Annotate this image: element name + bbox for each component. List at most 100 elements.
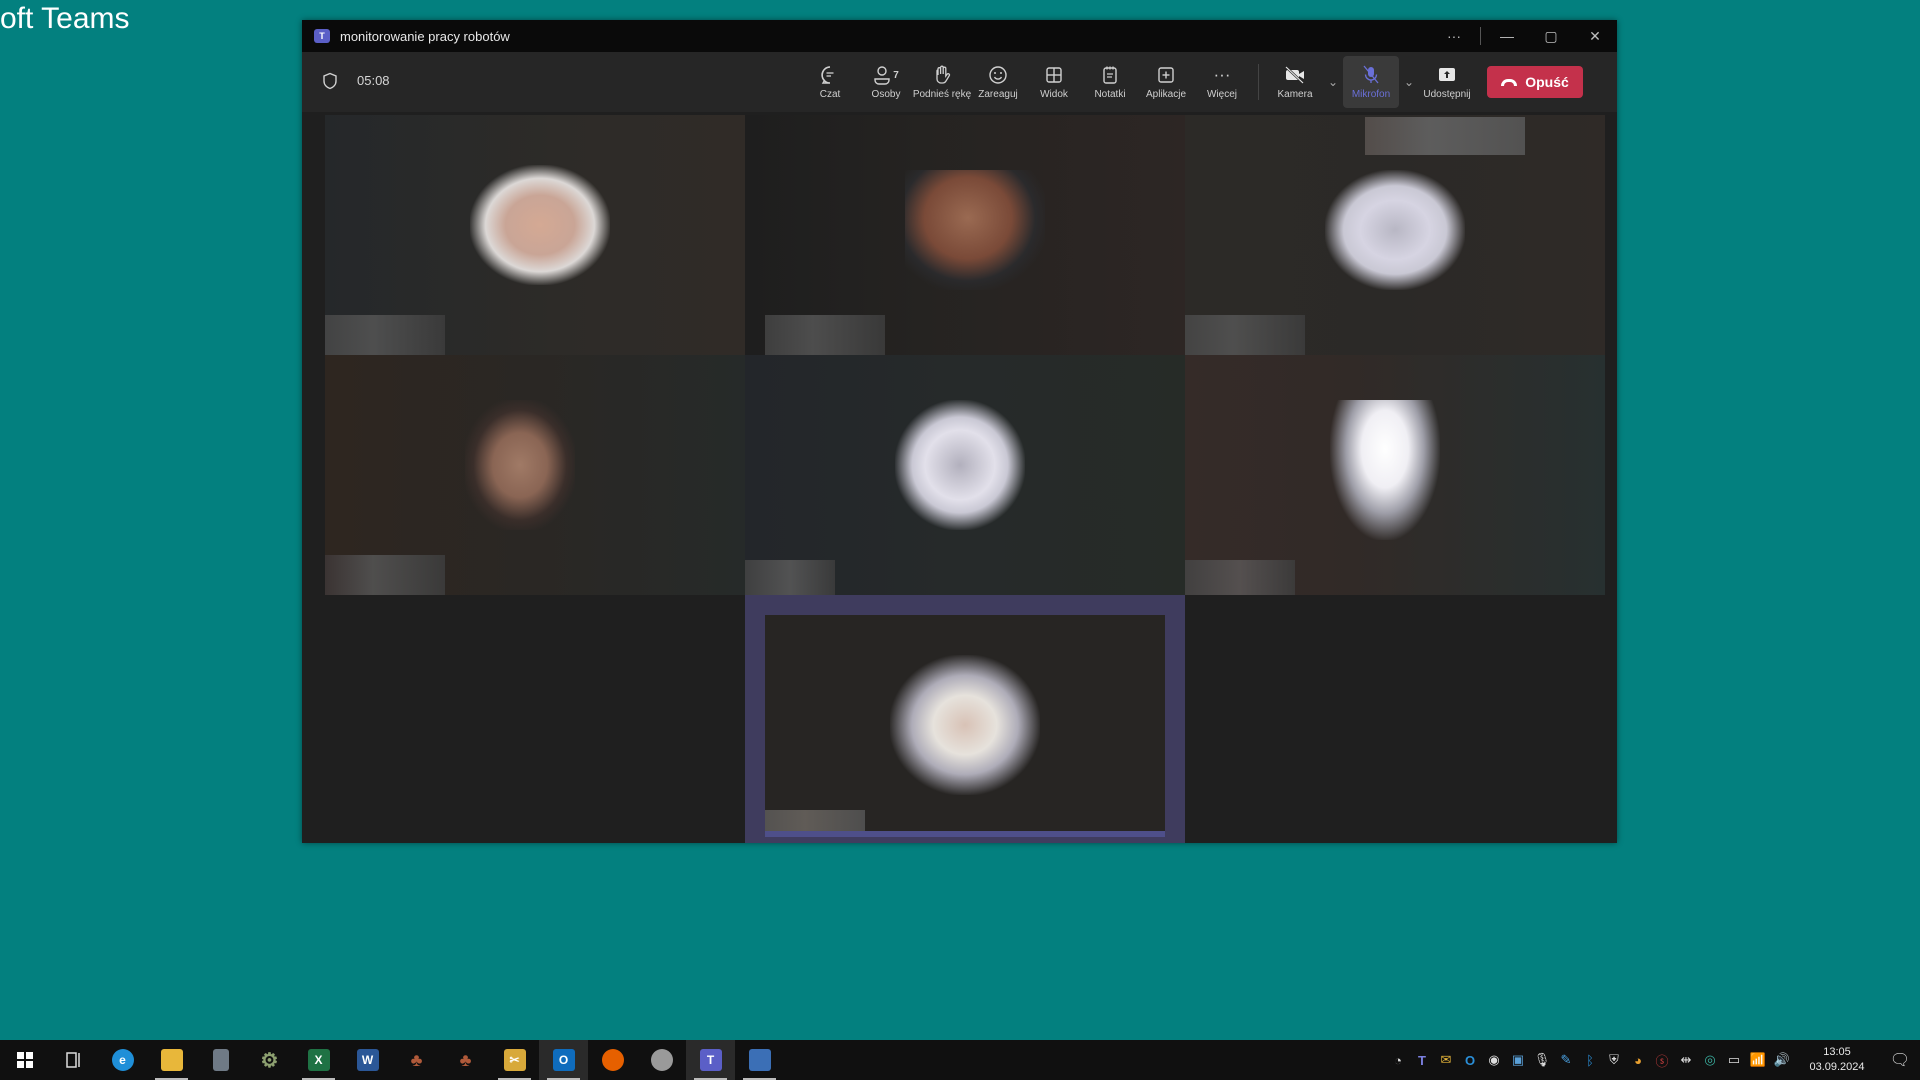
maximize-button[interactable]: ▢ — [1529, 20, 1573, 52]
participant-tile[interactable] — [1185, 355, 1605, 595]
system-tray: ◔ T ✉ O ◉ ▣ 🎙 ✎ ᛒ ⛨ ◕ ⓢ ⇹ ◎ ▭ 📶 🔊 13:05 … — [1386, 1040, 1920, 1080]
participant-video-pixelated — [1325, 170, 1465, 290]
tray-wifi-icon[interactable]: 📶 — [1746, 1040, 1770, 1080]
raise-hand-label: Podnieś rękę — [912, 89, 972, 100]
taskbar-firefox[interactable] — [588, 1040, 637, 1080]
tray-app-3-icon[interactable]: ▣ — [1506, 1040, 1530, 1080]
taskbar-remote-desktop[interactable] — [735, 1040, 784, 1080]
title-divider — [1480, 27, 1481, 45]
apps-button[interactable]: Aplikacje — [1138, 56, 1194, 108]
notes-label: Notatki — [1094, 89, 1126, 100]
add-app-icon — [1157, 64, 1175, 86]
edge-icon: e — [111, 1049, 134, 1071]
participant-tile[interactable] — [745, 355, 1185, 595]
raise-hand-button[interactable]: Podnieś rękę — [912, 56, 972, 108]
camera-options-chevron-icon[interactable]: ⌄ — [1323, 75, 1343, 89]
participant-tile-active-speaker[interactable] — [745, 595, 1185, 843]
participant-name-blurred — [325, 315, 445, 355]
app-icon: ♣ — [410, 1049, 423, 1070]
tray-bluetooth-icon[interactable]: ᛒ — [1578, 1040, 1602, 1080]
microphone-button[interactable]: Mikrofon — [1343, 56, 1399, 108]
tray-app-5-icon[interactable]: ⓢ — [1650, 1040, 1674, 1080]
taskbar-app-2[interactable]: ♣ — [441, 1040, 490, 1080]
task-view-icon — [65, 1052, 80, 1068]
tray-mail-icon[interactable]: ✉ — [1434, 1040, 1458, 1080]
video-grid — [302, 115, 1617, 843]
tray-network-adapter-icon[interactable]: ⇹ — [1674, 1040, 1698, 1080]
participant-tile[interactable] — [1185, 115, 1605, 355]
participant-tile[interactable] — [325, 115, 745, 355]
react-label: Zareaguj — [978, 89, 1018, 100]
notifications-icon[interactable]: 🗨 — [1880, 1040, 1920, 1080]
more-button[interactable]: ··· Więcej — [1194, 56, 1250, 108]
clock-time: 13:05 — [1823, 1046, 1851, 1058]
taskbar-outlook[interactable]: O — [539, 1040, 588, 1080]
chat-icon — [820, 64, 840, 86]
participant-name-blurred — [1185, 315, 1305, 355]
tray-app-6-icon[interactable]: ◎ — [1698, 1040, 1722, 1080]
tray-volume-icon[interactable]: 🔊 — [1770, 1040, 1794, 1080]
share-button[interactable]: Udostępnij — [1419, 56, 1475, 108]
tray-security-icon[interactable]: ⛨ — [1602, 1040, 1626, 1080]
microphone-options-chevron-icon[interactable]: ⌄ — [1399, 75, 1419, 89]
tray-teams-icon[interactable]: T — [1410, 1040, 1434, 1080]
taskbar-file-explorer[interactable] — [147, 1040, 196, 1080]
taskbar-edge[interactable]: e — [98, 1040, 147, 1080]
taskbar-snipping-tool[interactable]: ✂ — [490, 1040, 539, 1080]
taskbar-app-1[interactable]: ♣ — [392, 1040, 441, 1080]
camera-off-icon — [1284, 64, 1306, 86]
tray-outlook-icon[interactable]: O — [1458, 1040, 1482, 1080]
minimize-button[interactable]: — — [1485, 20, 1529, 52]
camera-button[interactable]: Kamera — [1267, 56, 1323, 108]
tray-battery-icon[interactable]: ▭ — [1722, 1040, 1746, 1080]
tray-app-1-icon[interactable]: ◔ — [1386, 1040, 1410, 1080]
calculator-icon — [212, 1049, 229, 1071]
taskbar-clock[interactable]: 13:05 03.09.2024 — [1802, 1045, 1872, 1075]
taskbar-settings[interactable]: ⚙ — [245, 1040, 294, 1080]
notes-button[interactable]: Notatki — [1082, 56, 1138, 108]
participant-video-pixelated — [470, 165, 610, 285]
taskbar-word[interactable]: W — [343, 1040, 392, 1080]
participant-video-pixelated — [890, 655, 1040, 795]
task-view-button[interactable] — [49, 1040, 98, 1080]
participant-name-blurred — [765, 315, 885, 355]
participant-name-blurred — [325, 555, 445, 595]
tray-app-4-icon[interactable]: ◕ — [1626, 1040, 1650, 1080]
excel-icon: X — [307, 1049, 330, 1071]
taskbar-paint[interactable] — [637, 1040, 686, 1080]
leave-button[interactable]: Opuść — [1487, 66, 1583, 98]
smiley-icon — [988, 64, 1008, 86]
microphone-muted-icon — [1362, 64, 1380, 86]
participant-tile[interactable] — [745, 115, 1185, 355]
tray-pen-icon[interactable]: ✎ — [1554, 1040, 1578, 1080]
remote-desktop-icon — [748, 1049, 771, 1071]
chat-button[interactable]: Czat — [802, 56, 858, 108]
people-label: Osoby — [871, 89, 901, 100]
teams-icon: T — [699, 1049, 722, 1071]
participant-name-blurred — [1185, 560, 1295, 595]
paint-icon — [650, 1049, 673, 1071]
start-button[interactable] — [0, 1040, 49, 1080]
close-button[interactable]: ✕ — [1573, 20, 1617, 52]
app-icon: ♣ — [459, 1049, 472, 1070]
taskbar-excel[interactable]: X — [294, 1040, 343, 1080]
word-icon: W — [356, 1049, 379, 1071]
participant-name-blurred — [765, 810, 865, 837]
shield-icon[interactable] — [322, 72, 338, 90]
apps-label: Aplikacje — [1145, 89, 1187, 100]
meeting-toolbar: 05:08 Czat 7 Osoby Podnieś rękę Zareaguj… — [302, 52, 1617, 112]
title-more-button[interactable]: ··· — [1432, 20, 1476, 52]
people-button[interactable]: 7 Osoby — [858, 56, 914, 108]
participant-tile[interactable] — [325, 355, 745, 595]
view-button[interactable]: Widok — [1026, 56, 1082, 108]
taskbar-calculator[interactable] — [196, 1040, 245, 1080]
taskbar-teams[interactable]: T — [686, 1040, 735, 1080]
scissors-icon: ✂ — [503, 1049, 526, 1071]
outlook-icon: O — [552, 1049, 575, 1071]
view-label: Widok — [1040, 89, 1068, 100]
tray-app-2-icon[interactable]: ◉ — [1482, 1040, 1506, 1080]
tray-microphone-icon[interactable]: 🎙 — [1530, 1040, 1554, 1080]
react-button[interactable]: Zareaguj — [970, 56, 1026, 108]
teams-logo-icon: T — [314, 29, 330, 43]
share-screen-icon — [1437, 64, 1457, 86]
